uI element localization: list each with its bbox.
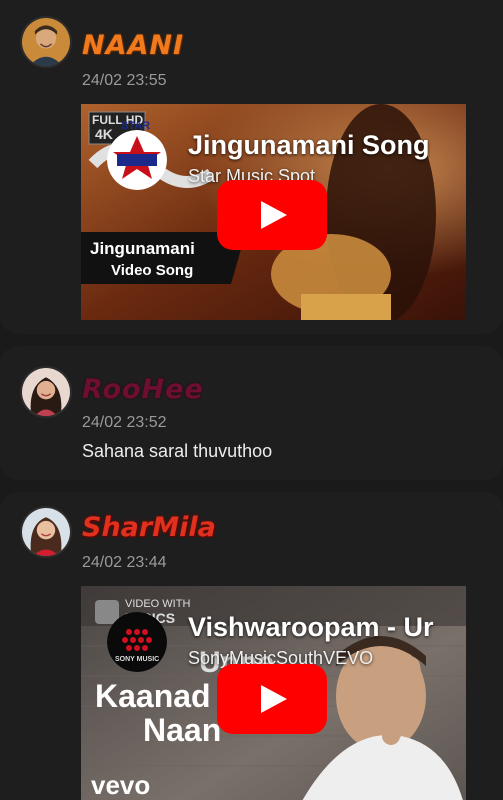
video-title[interactable]: Vishwaroopam - Ur [188, 612, 434, 643]
channel-logo[interactable] [107, 130, 167, 190]
timestamp: 24/02 23:52 [82, 414, 167, 431]
thumb-label: Naan [143, 712, 222, 748]
thumb-label: STAR [121, 120, 151, 132]
video-embed[interactable]: FULL HD 4K Jingunamani Video Song STAR J… [81, 104, 466, 320]
thumb-label: Video Song [111, 262, 194, 279]
post-card: NAANI 24/02 23:55 FULL HD 4K Jingunamani… [0, 0, 503, 334]
avatar[interactable] [20, 16, 72, 68]
avatar[interactable] [20, 366, 72, 418]
username[interactable]: NAANI [82, 32, 184, 59]
play-icon [261, 201, 287, 229]
thumb-label: VIDEO WITH [125, 598, 191, 610]
thumb-label: 4K [95, 126, 113, 142]
username[interactable]: SharMila [82, 514, 216, 541]
post-card: SharMila 24/02 23:44 VIDEO WITH Unne Kaa… [0, 492, 503, 800]
play-button[interactable] [217, 664, 327, 734]
thumb-label: Jingunamani [90, 239, 195, 258]
chat-feed[interactable]: NAANI 24/02 23:55 FULL HD 4K Jingunamani… [0, 0, 503, 800]
vevo-logo: vevo [91, 770, 151, 800]
username[interactable]: RooHee [82, 376, 204, 403]
video-title[interactable]: Jingunamani Song [188, 130, 430, 161]
thumb-label: SONY MUSIC [115, 656, 160, 663]
channel-logo[interactable] [107, 612, 167, 672]
timestamp: 24/02 23:55 [82, 72, 167, 89]
play-icon [261, 685, 287, 713]
video-embed[interactable]: VIDEO WITH LYRICS Unne Kaanad Naan vevo … [81, 586, 466, 800]
message-text: Sahana saral thuvuthoo [82, 441, 273, 461]
avatar[interactable] [20, 506, 72, 558]
play-button[interactable] [217, 180, 327, 250]
timestamp: 24/02 23:44 [82, 554, 167, 571]
post-card: RooHee 24/02 23:52 Sahana saral thuvutho… [0, 346, 503, 480]
thumb-label: Kaanad [95, 678, 211, 714]
